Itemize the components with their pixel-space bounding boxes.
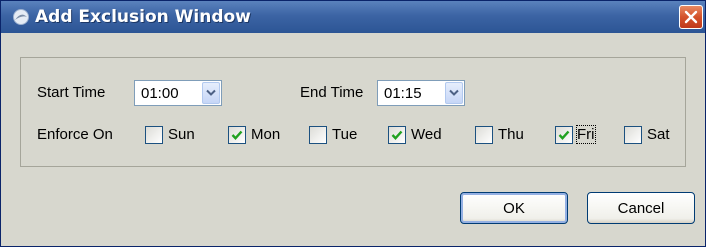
- exclusion-settings-panel: Start Time 01:00 End Time 01:15 Enforce …: [20, 57, 686, 167]
- checkbox-wed[interactable]: [388, 126, 406, 144]
- ok-button[interactable]: OK: [460, 192, 568, 224]
- add-exclusion-window-dialog: Add Exclusion Window Start Time 01:00 En…: [0, 0, 706, 247]
- checkbox-thu[interactable]: [475, 126, 493, 144]
- checkbox-label-fri: Fri: [576, 125, 596, 144]
- start-time-value: 01:00: [141, 85, 179, 102]
- close-icon: [684, 10, 698, 24]
- checkbox-label-mon: Mon: [251, 126, 281, 143]
- start-time-select[interactable]: 01:00: [134, 80, 222, 106]
- checkbox-tue[interactable]: [309, 126, 327, 144]
- start-time-label: Start Time: [37, 84, 106, 101]
- close-button[interactable]: [679, 5, 703, 29]
- checkbox-sun[interactable]: [145, 126, 163, 144]
- start-time-dropdown-button[interactable]: [202, 82, 220, 104]
- chevron-down-icon: [206, 89, 216, 96]
- checkmark-icon: [231, 130, 243, 140]
- window-title: Add Exclusion Window: [35, 7, 251, 27]
- end-time-dropdown-button[interactable]: [445, 82, 463, 104]
- checkmark-icon: [558, 130, 570, 140]
- checkbox-label-wed: Wed: [411, 126, 442, 143]
- checkbox-label-tue: Tue: [332, 126, 358, 143]
- title-bar[interactable]: Add Exclusion Window: [1, 1, 705, 33]
- checkbox-sat[interactable]: [624, 126, 642, 144]
- checkbox-mon[interactable]: [228, 126, 246, 144]
- checkbox-label-sat: Sat: [647, 126, 670, 143]
- end-time-label: End Time: [300, 84, 364, 101]
- checkbox-label-sun: Sun: [168, 126, 195, 143]
- checkmark-icon: [391, 130, 403, 140]
- checkbox-fri[interactable]: [555, 126, 573, 144]
- end-time-select[interactable]: 01:15: [377, 80, 465, 106]
- cancel-button[interactable]: Cancel: [587, 192, 695, 224]
- app-icon: [13, 9, 29, 25]
- checkbox-label-thu: Thu: [498, 126, 524, 143]
- chevron-down-icon: [449, 89, 459, 96]
- end-time-value: 01:15: [384, 85, 422, 102]
- enforce-on-label: Enforce On: [37, 126, 113, 143]
